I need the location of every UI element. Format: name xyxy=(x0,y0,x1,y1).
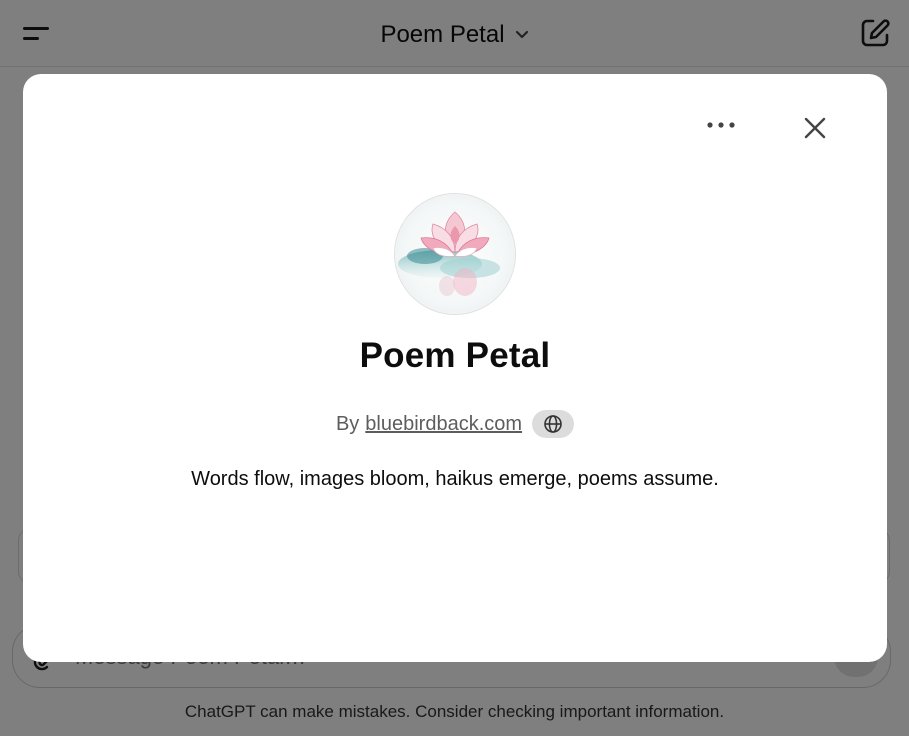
more-options-button[interactable] xyxy=(699,108,743,142)
by-label: By xyxy=(335,412,360,435)
website-badge[interactable] xyxy=(532,410,575,438)
globe-icon xyxy=(544,415,562,433)
ellipsis-icon xyxy=(707,122,735,128)
gpt-info-dialog: Poem Petal By bluebirdback.com Words flo… xyxy=(23,74,887,662)
close-button[interactable] xyxy=(795,108,835,148)
lotus-image xyxy=(395,194,515,314)
gpt-description: Words flow, images bloom, haikus emerge,… xyxy=(191,468,719,490)
close-icon xyxy=(804,117,826,139)
gpt-avatar xyxy=(395,194,515,314)
app-window: Poem Petal ChatGPT can make mistakes. Co… xyxy=(0,0,909,736)
gpt-title: Poem Petal xyxy=(359,336,551,375)
author-link[interactable]: bluebirdback.com xyxy=(365,413,522,436)
author-byline: By bluebirdback.com xyxy=(23,410,887,438)
